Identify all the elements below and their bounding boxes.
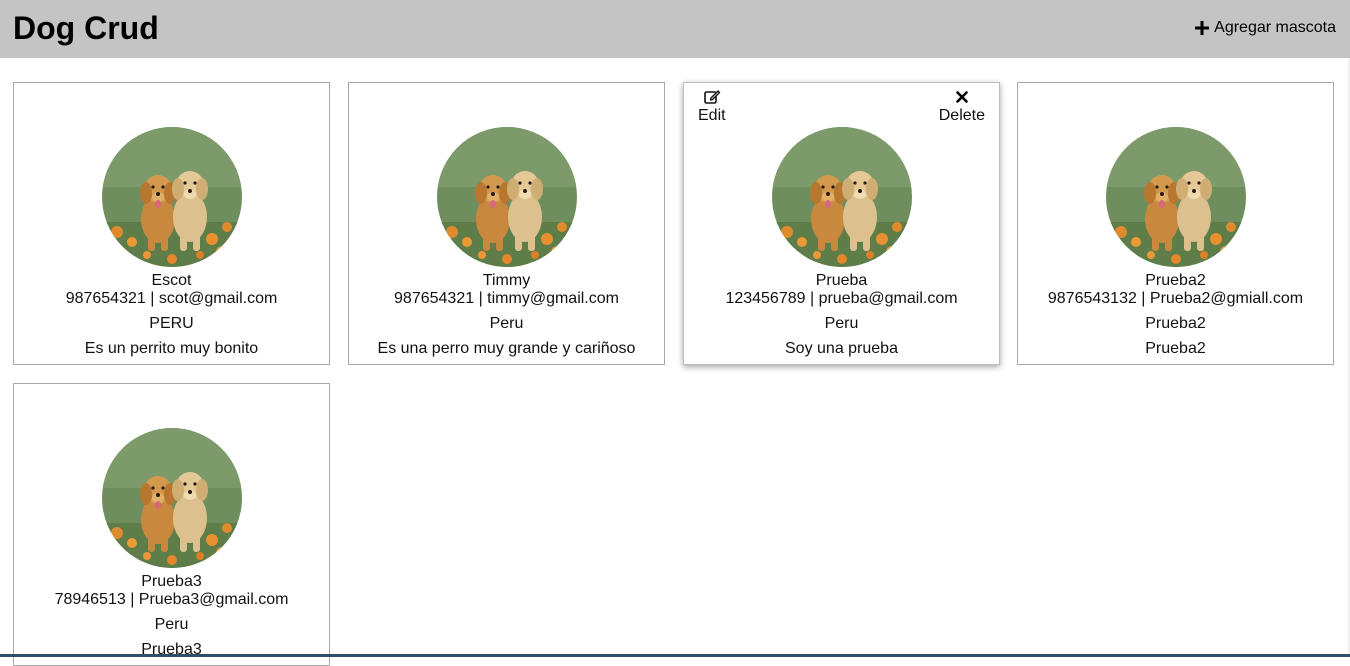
- pet-contact: 78946513 | Prueba3@gmail.com: [54, 591, 289, 608]
- pet-contact: 123456789 | prueba@gmail.com: [725, 290, 958, 307]
- plus-icon: [1195, 21, 1210, 35]
- pet-country: PERU: [149, 315, 194, 332]
- pet-name: Timmy: [482, 272, 531, 289]
- pet-photo: [102, 127, 242, 267]
- pet-contact: 987654321 | timmy@gmail.com: [394, 290, 619, 307]
- pet-name: Escot: [151, 272, 192, 289]
- pet-card[interactable]: Escot 987654321 | scot@gmail.com PERU Es…: [13, 82, 330, 365]
- pet-name: Prueba: [815, 272, 868, 289]
- pet-photo: [1106, 127, 1246, 267]
- pet-country: Prueba2: [1145, 315, 1206, 332]
- edit-button[interactable]: Edit: [698, 88, 726, 125]
- pet-country: Peru: [489, 315, 524, 332]
- pet-photo: [102, 428, 242, 568]
- pet-card[interactable]: Edit Delete Prueba 123456789 | prueba@gm…: [683, 82, 1000, 365]
- pet-photo: [437, 127, 577, 267]
- pet-country: Peru: [824, 315, 859, 332]
- edit-label: Edit: [698, 107, 726, 124]
- pet-card[interactable]: Timmy 987654321 | timmy@gmail.com Peru E…: [348, 82, 665, 365]
- pet-contact: 987654321 | scot@gmail.com: [65, 290, 278, 307]
- pet-contact: 9876543132 | Prueba2@gmiall.com: [1047, 290, 1304, 307]
- pet-description: Es un perrito muy bonito: [84, 340, 259, 357]
- delete-label: Delete: [938, 107, 985, 124]
- pet-description: Es una perro muy grande y cariñoso: [377, 340, 636, 357]
- pet-description: Soy una prueba: [785, 340, 898, 357]
- edit-icon: [703, 90, 720, 104]
- add-pet-label: Agregar mascota: [1214, 19, 1336, 36]
- pet-card[interactable]: Prueba2 9876543132 | Prueba2@gmiall.com …: [1017, 82, 1334, 365]
- pet-name: Prueba2: [1145, 272, 1206, 289]
- delete-button[interactable]: Delete: [939, 88, 985, 125]
- add-pet-button[interactable]: Agregar mascota: [1194, 17, 1336, 39]
- pet-photo: [772, 127, 912, 267]
- app-title: Dog Crud: [13, 10, 159, 46]
- pet-card[interactable]: Prueba3 78946513 | Prueba3@gmail.com Per…: [13, 383, 330, 666]
- close-icon: [956, 91, 968, 103]
- pet-country: Peru: [154, 616, 189, 633]
- pet-name: Prueba3: [141, 573, 202, 590]
- app-header: Dog Crud Agregar mascota: [0, 0, 1350, 58]
- pet-description: Prueba2: [1145, 340, 1206, 357]
